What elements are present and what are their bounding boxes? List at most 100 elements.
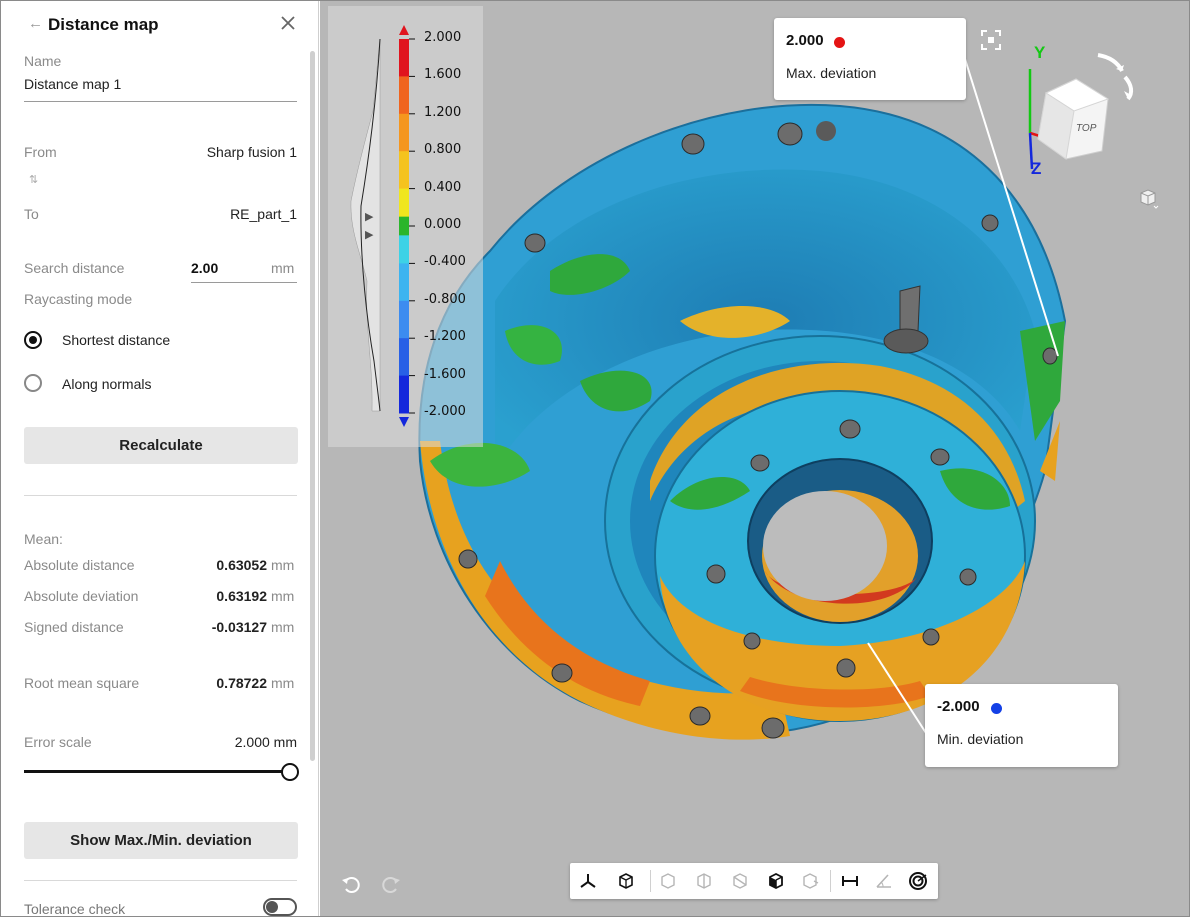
legend-bottom-arrow [399,417,409,427]
name-label: Name [24,53,62,69]
distance-map-panel: ← Distance map Name Distance map 1 From … [1,1,319,917]
axis-z-label: Z [1031,159,1042,178]
signed-distance-value: -0.03127 [211,619,267,635]
search-distance-unit: mm [271,260,295,276]
legend-tick-label: 0.400 [424,179,462,195]
max-deviation-label: Max. deviation [786,65,877,81]
slider-track [24,770,289,773]
absolute-distance-value: 0.63052 [216,557,267,573]
to-value[interactable]: RE_part_1 [230,206,297,222]
to-label: To [24,206,39,222]
redo-icon[interactable] [380,873,402,895]
legend-tick-label: -1.600 [424,366,466,382]
measure-distance-icon[interactable] [836,867,864,895]
raycasting-mode-label: Raycasting mode [24,291,133,307]
name-field-underline [24,101,297,102]
legend-histogram [350,38,381,412]
cut-view-icon[interactable] [796,867,824,895]
legend-marker-icon: ▶ [365,229,374,241]
legend-tick-label: -1.200 [424,329,466,345]
radio-shortest-distance[interactable] [24,331,42,349]
view-cube[interactable]: TOP Y Z [1010,41,1145,186]
absolute-distance-label: Absolute distance [24,557,135,573]
undo-icon[interactable] [340,873,362,895]
solid-box-icon[interactable] [762,867,790,895]
recalculate-button[interactable]: Recalculate [24,427,298,464]
toggle-knob [266,901,278,913]
show-maxmin-deviation-button[interactable]: Show Max./Min. deviation [24,822,298,859]
legend-tick-label: -2.000 [424,404,466,419]
absolute-distance-unit: mm [271,557,295,573]
divider [24,495,297,496]
close-icon[interactable] [278,13,298,33]
absolute-deviation-value: 0.63192 [216,588,267,604]
swap-vertical-icon[interactable]: ⇅ [29,173,38,186]
legend-tick-label: -0.800 [424,291,466,307]
rms-value: 0.78722 [216,675,267,691]
error-scale-value: 2.000 mm [234,734,297,750]
mean-label: Mean: [24,531,63,547]
tolerance-check-label: Tolerance check [24,901,126,917]
error-scale-slider[interactable] [24,763,299,781]
error-scale-label: Error scale [24,734,92,750]
absolute-deviation-label: Absolute deviation [24,588,139,604]
max-deviation-dot [834,37,845,48]
legend-color-band [399,76,409,115]
panel-title: Distance map [48,15,159,34]
tolerance-check-toggle[interactable] [263,898,297,916]
min-deviation-value: -2.000 [937,698,980,715]
panel-scrollbar[interactable] [310,51,315,761]
cube-top-label: TOP [1076,123,1097,134]
radio-along-normals-label[interactable]: Along normals [62,376,152,392]
signed-distance-unit: mm [271,619,295,635]
legend-color-band [399,375,409,414]
back-arrow-icon[interactable]: ← [28,15,43,32]
rms-unit: mm [271,675,295,691]
search-distance-underline [191,282,297,283]
back-view-icon[interactable] [726,867,754,895]
radio-shortest-distance-label[interactable]: Shortest distance [62,332,170,348]
legend-marker-icon: ▶ [365,211,374,223]
min-deviation-callout[interactable]: -2.000 Min. deviation [925,684,1118,767]
axes-icon[interactable] [574,867,602,895]
legend-tick-label: 1.600 [424,67,462,83]
3d-viewport[interactable]: ▶ ▶ 2.000 1.600 1.200 0.800 0.400 0.000 -0.400… [320,1,1189,916]
front-view-icon[interactable] [654,867,682,895]
legend-top-arrow [399,25,409,35]
legend-tick-label: 1.200 [424,104,462,120]
from-label: From [24,144,57,160]
legend-color-band [399,113,409,152]
absolute-deviation-unit: mm [271,588,295,604]
fit-view-icon[interactable] [979,28,1003,52]
rms-label: Root mean square [24,675,140,691]
legend-color-band [399,338,409,377]
slider-thumb[interactable] [281,763,299,781]
legend-color-band [399,263,409,302]
min-deviation-dot [991,703,1002,714]
legend-zero-band [399,216,409,236]
side-view-icon[interactable] [690,867,718,895]
search-distance-label: Search distance [24,260,125,276]
axis-y-label: Y [1034,43,1046,62]
legend-color-bar [399,25,415,427]
measure-angle-icon[interactable] [870,867,898,895]
from-value[interactable]: Sharp fusion 1 [207,144,297,160]
app-window: ← Distance map Name Distance map 1 From … [0,0,1190,917]
max-deviation-value: 2.000 [786,32,824,49]
legend-color-band [399,39,409,77]
target-icon[interactable] [904,867,932,895]
max-deviation-callout[interactable]: 2.000 Max. deviation [774,18,966,100]
display-mode-icon[interactable] [1137,187,1159,209]
toolbar-separator [830,870,831,892]
legend-tick-label: -0.400 [424,254,466,270]
iso-view-icon[interactable] [612,867,640,895]
signed-distance-label: Signed distance [24,619,124,635]
radio-along-normals[interactable] [24,374,42,392]
legend-tick-label: 0.800 [424,142,462,158]
name-field[interactable]: Distance map 1 [24,76,297,92]
search-distance-input[interactable]: 2.00 [191,260,218,276]
legend-color-band [399,151,409,190]
legend-tick-label: 0.000 [424,217,462,232]
min-deviation-label: Min. deviation [937,731,1024,747]
legend-tick-label: 2.000 [424,30,462,45]
